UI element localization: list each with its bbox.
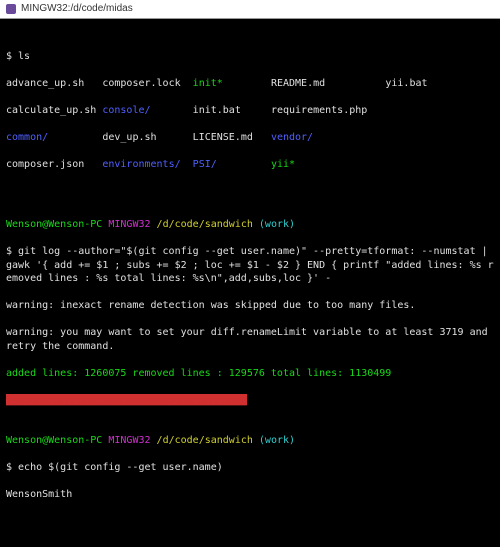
window-title: MINGW32:/d/code/midas bbox=[21, 2, 133, 16]
cmd-ls: $ ls bbox=[6, 51, 30, 62]
prompt: Wenson@Wenson-PC MINGW32 /d/code/sandwic… bbox=[6, 434, 494, 448]
app-icon bbox=[6, 4, 16, 14]
terminal-body[interactable]: $ ls advance_up.sh composer.lock init* R… bbox=[0, 19, 500, 547]
cmd-gitlog: $ git log --author="$(git config --get u… bbox=[6, 246, 494, 284]
result-added: added lines: 1260075 removed lines : 129… bbox=[6, 368, 391, 379]
terminal-window: MINGW32:/d/code/midas $ ls advance_up.sh… bbox=[0, 0, 500, 547]
warning: warning: you may want to set your diff.r… bbox=[6, 327, 494, 352]
redacted-bar: ________________________________________ bbox=[6, 394, 247, 405]
prompt: Wenson@Wenson-PC MINGW32 /d/code/sandwic… bbox=[6, 218, 494, 232]
ls-row: composer.json environments/ PSI/ yii* bbox=[6, 158, 494, 172]
warning: warning: inexact rename detection was sk… bbox=[6, 300, 415, 311]
ls-row: common/ dev_up.sh LICENSE.md vendor/ bbox=[6, 131, 494, 145]
result-echo: WensonSmith bbox=[6, 489, 72, 500]
ls-row: advance_up.sh composer.lock init* README… bbox=[6, 77, 494, 91]
cmd-echo: $ echo $(git config --get user.name) bbox=[6, 462, 223, 473]
ls-row: calculate_up.sh console/ init.bat requir… bbox=[6, 104, 494, 118]
titlebar[interactable]: MINGW32:/d/code/midas bbox=[0, 0, 500, 19]
